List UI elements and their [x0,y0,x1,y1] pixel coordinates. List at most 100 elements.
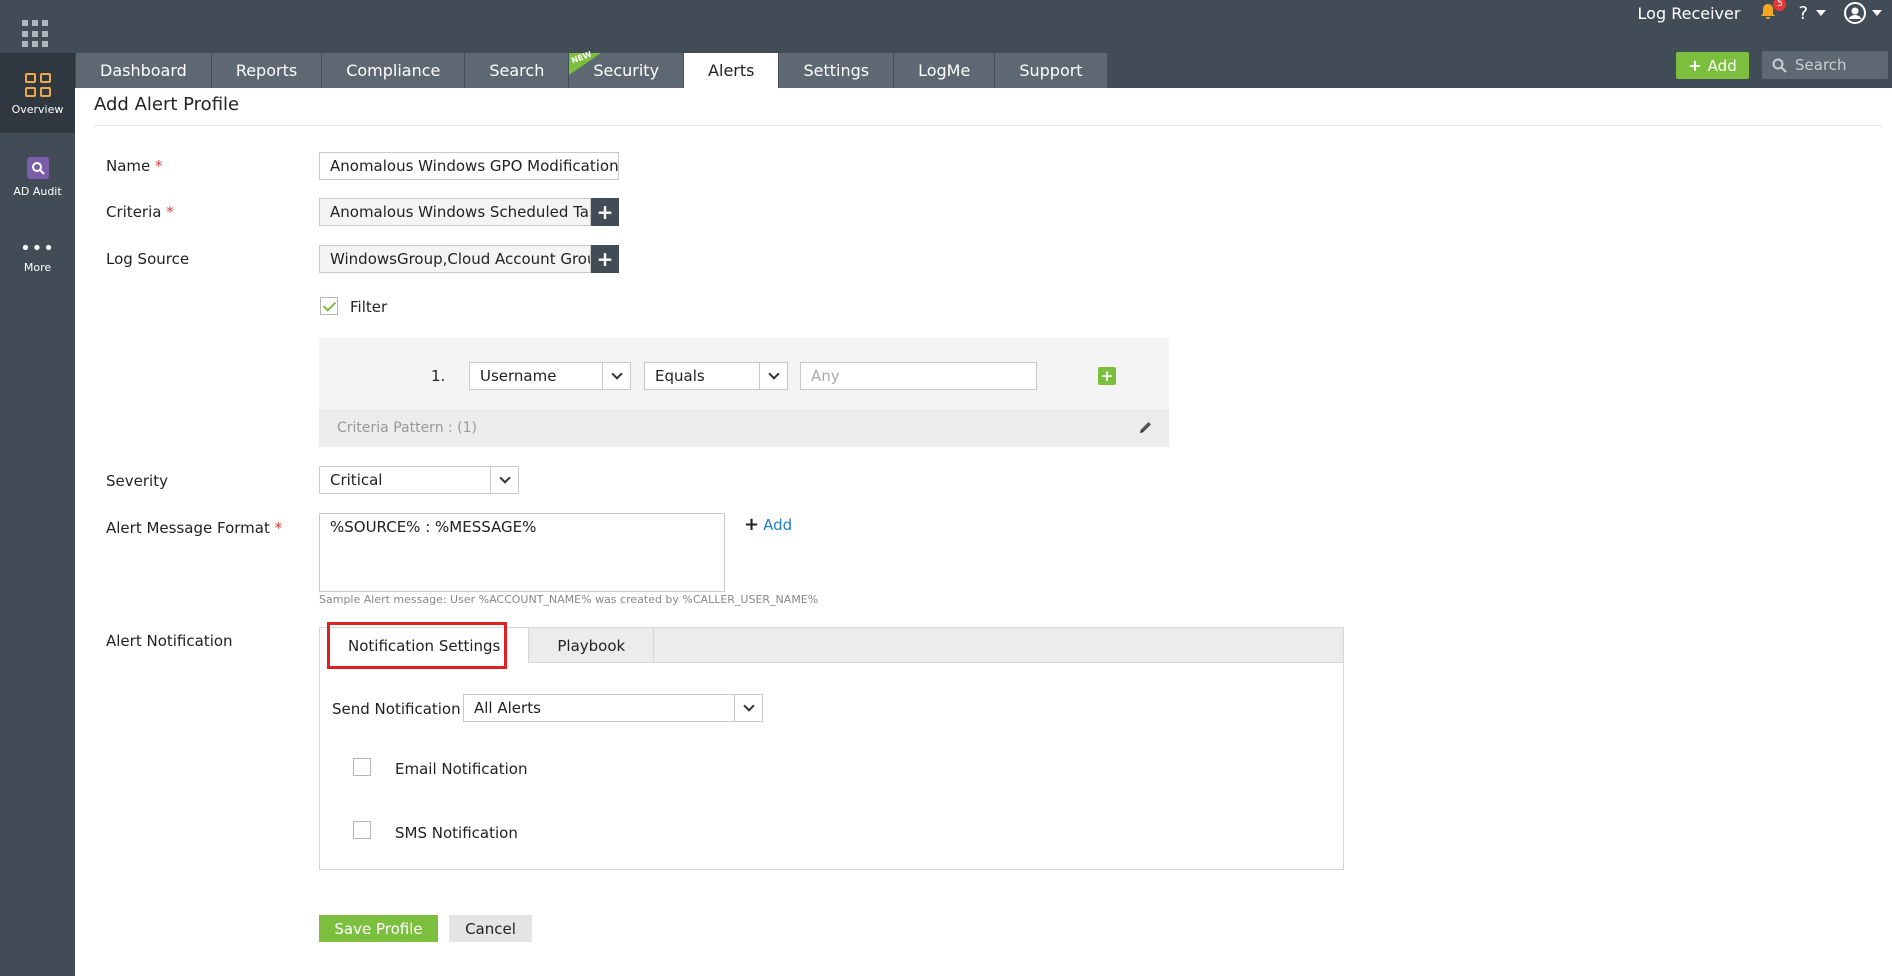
tab-label: Dashboard [100,61,187,80]
chevron-down-icon [602,363,630,389]
cancel-button[interactable]: Cancel [449,915,532,942]
chevron-down-icon [734,695,762,721]
sidebar-item-more[interactable]: ••• More [0,238,75,293]
criteria-pattern-bar: Criteria Pattern : (1) [319,409,1169,447]
chevron-down-icon [759,363,787,389]
tab-dashboard[interactable]: Dashboard [76,53,212,88]
filter-field-value: Username [480,367,557,385]
send-notification-label: Send Notification [332,700,461,718]
page-title: Add Alert Profile [94,94,240,115]
user-menu[interactable] [1844,2,1882,24]
filter-row-number: 1. [431,367,446,385]
name-label-text: Name [106,157,151,175]
tab-logme[interactable]: LogMe [894,53,996,88]
filter-operator-value: Equals [655,367,705,385]
criteria-input[interactable]: Anomalous Windows Scheduled Task [319,198,591,226]
severity-select[interactable]: Critical [319,466,519,494]
severity-label-text: Severity [106,472,168,490]
chevron-down-icon [1872,10,1882,16]
main-nav: Dashboard Reports Compliance Search NEW … [76,50,1108,88]
add-filter-button[interactable]: + [1098,367,1116,385]
plus-icon: + [744,514,760,535]
filter-value-input[interactable]: Any [800,362,1037,390]
alert-notification-label: Alert Notification [106,632,233,650]
tab-settings[interactable]: Settings [779,53,895,88]
criteria-value: Anomalous Windows Scheduled Task [330,203,591,221]
plus-icon: + [1100,367,1114,385]
message-format-label-text: Alert Message Format [106,519,270,537]
criteria-label: Criteria * [106,203,174,221]
help-menu[interactable]: ? [1798,3,1826,24]
notification-panel: Notification Settings Playbook Send Noti… [319,627,1344,870]
required-mark: * [155,157,163,175]
top-right-menu: Log Receiver 5 ? [1638,0,1882,26]
add-label: Add [1707,56,1737,75]
filter-field-select[interactable]: Username [469,362,631,390]
message-format-value: %SOURCE% : %MESSAGE% [330,518,537,536]
sms-notification-checkbox[interactable] [353,821,371,839]
chevron-down-icon [1816,10,1826,16]
message-format-label: Alert Message Format * [106,519,282,537]
add-log-source-button[interactable]: + [591,245,619,273]
plus-icon: + [596,200,614,224]
tab-security[interactable]: NEW Security [569,50,685,88]
log-source-label-text: Log Source [106,250,190,268]
log-source-value: WindowsGroup,Cloud Account Group [330,250,591,268]
tab-alerts[interactable]: Alerts [684,53,780,88]
save-profile-button[interactable]: Save Profile [319,915,438,942]
filter-operator-select[interactable]: Equals [644,362,788,390]
left-sidebar: Overview AD Audit ••• More [0,53,75,976]
add-link-label: Add [763,515,793,534]
log-source-input[interactable]: WindowsGroup,Cloud Account Group [319,245,591,273]
top-search-input[interactable]: Search [1762,51,1888,79]
top-add-button[interactable]: + Add [1676,52,1749,79]
tab-support[interactable]: Support [995,53,1108,88]
notifications-bell-icon[interactable]: 5 [1758,0,1787,24]
log-source-label: Log Source [106,250,189,268]
tab-reports[interactable]: Reports [211,53,323,88]
sidebar-item-label: More [23,261,52,274]
tab-label: LogMe [918,61,971,80]
tab-label: Compliance [346,61,441,80]
more-icon: ••• [20,238,55,259]
tab-label: Reports [235,61,298,80]
search-icon [1772,58,1787,73]
sidebar-item-ad-audit[interactable]: AD Audit [0,157,75,217]
sidebar-item-overview[interactable]: Overview [0,53,75,133]
name-input[interactable]: Anomalous Windows GPO Modification [319,152,619,180]
tab-compliance[interactable]: Compliance [322,53,466,88]
email-notification-checkbox[interactable] [353,758,371,776]
filter-checkbox[interactable] [320,297,338,315]
chevron-down-icon [490,467,518,493]
severity-value: Critical [330,471,383,489]
add-criteria-button[interactable]: + [591,198,619,226]
filter-value-placeholder: Any [811,367,840,385]
email-notification-label: Email Notification [395,760,528,778]
criteria-label-text: Criteria [106,203,162,221]
notification-count-badge: 5 [1773,0,1787,11]
sidebar-item-label: Overview [11,103,64,116]
tab-playbook[interactable]: Playbook [529,628,655,663]
tab-notification-settings[interactable]: Notification Settings [320,628,530,663]
plus-icon: + [1688,56,1702,75]
tab-search[interactable]: Search [465,53,570,88]
required-mark: * [166,203,174,221]
filter-label: Filter [350,298,388,316]
overview-icon [24,73,51,97]
app-launcher-icon[interactable] [22,20,50,48]
title-divider [94,125,1882,126]
user-avatar-icon [1844,2,1866,24]
tab-label: Playbook [557,636,626,655]
send-notification-select[interactable]: All Alerts [463,694,763,722]
message-format-textarea[interactable]: %SOURCE% : %MESSAGE% [319,513,725,592]
log-receiver-link[interactable]: Log Receiver [1638,4,1741,23]
sms-notification-label: SMS Notification [395,824,518,842]
add-variable-link[interactable]: + Add [744,514,792,535]
tab-label: Security [593,61,660,80]
name-value: Anomalous Windows GPO Modification [330,157,619,175]
help-icon: ? [1798,2,1808,24]
edit-pencil-icon[interactable] [1138,420,1153,435]
tab-label: Support [1019,61,1083,80]
notification-tabs: Notification Settings Playbook [320,628,1343,663]
tab-label: Notification Settings [348,636,501,655]
